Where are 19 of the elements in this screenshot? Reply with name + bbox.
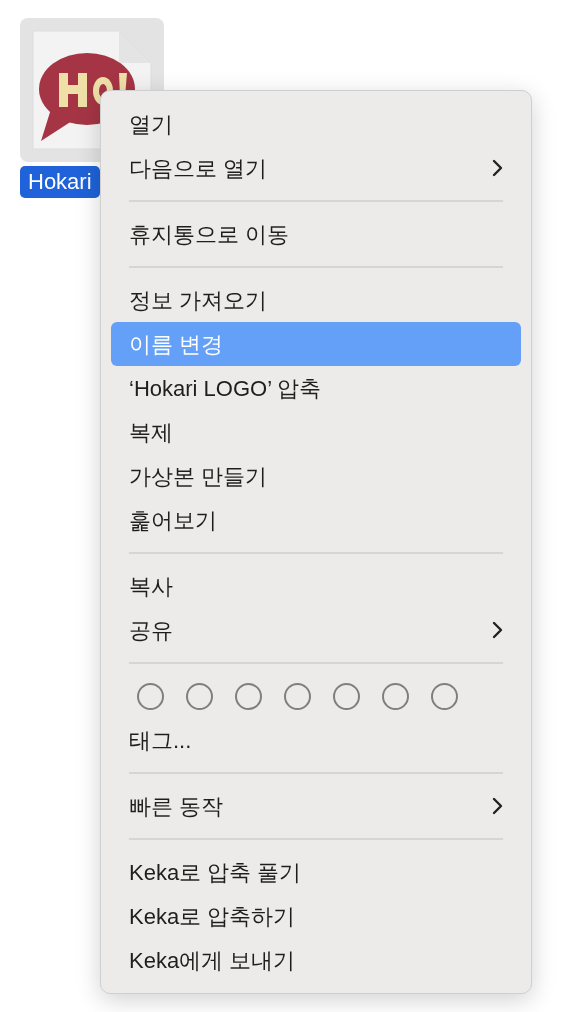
menu-item[interactable]: 공유: [111, 608, 521, 652]
menu-item[interactable]: 복제: [111, 410, 521, 454]
menu-item[interactable]: 다음으로 열기: [111, 146, 521, 190]
menu-item[interactable]: Keka로 압축하기: [111, 894, 521, 938]
menu-item[interactable]: ‘Hokari LOGO’ 압축: [111, 366, 521, 410]
menu-item[interactable]: 훑어보기: [111, 498, 521, 542]
menu-item[interactable]: 태그...: [111, 718, 521, 762]
chevron-icon: [491, 797, 503, 815]
menu-item[interactable]: 복사: [111, 564, 521, 608]
chevron-icon: [491, 159, 503, 177]
menu-item[interactable]: 가상본 만들기: [111, 454, 521, 498]
menu-item[interactable]: 열기: [111, 102, 521, 146]
menu-item[interactable]: Keka로 압축 풀기: [111, 850, 521, 894]
file-name[interactable]: Hokari: [20, 166, 100, 198]
chevron-icon: [491, 621, 503, 639]
menu-item[interactable]: Keka에게 보내기: [111, 938, 521, 982]
menu-item[interactable]: 휴지통으로 이동: [111, 212, 521, 256]
menu-item[interactable]: 빠른 동작: [111, 784, 521, 828]
menu-item[interactable]: 정보 가져오기: [111, 278, 521, 322]
